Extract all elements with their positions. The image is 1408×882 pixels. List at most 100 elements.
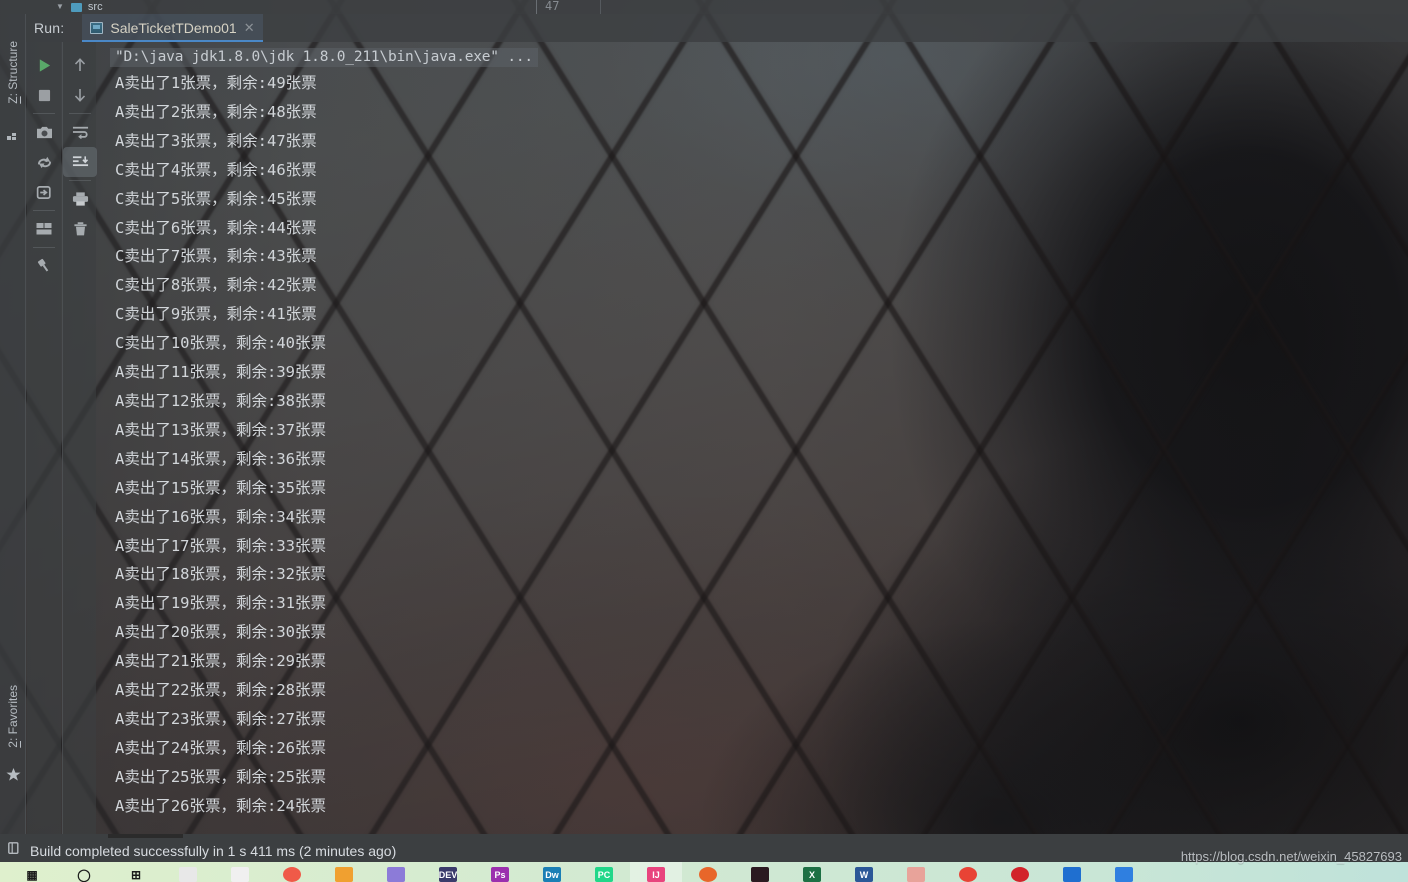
jetbrains-toolbox-button[interactable]	[734, 862, 786, 882]
word-button[interactable]: W	[838, 862, 890, 882]
console-line: A卖出了24张票，剩余:26张票	[115, 738, 326, 757]
scroll-to-end-button[interactable]	[63, 147, 97, 177]
layout-button[interactable]	[27, 214, 61, 244]
console-line: A卖出了2张票，剩余:48张票	[115, 102, 317, 121]
notebook-icon	[907, 867, 925, 882]
console-line: A卖出了13张票，剩余:37张票	[115, 420, 326, 439]
project-node-src[interactable]: src	[88, 1, 103, 13]
run-configuration-tab[interactable]: SaleTicketTDemo01 ✕	[82, 14, 263, 42]
pycharm-button[interactable]: PC	[578, 862, 630, 882]
ide-window: ▼ src 47 Run: SaleTicketTDemo01 ✕ Z: Str…	[0, 0, 1408, 882]
chevron-down-icon[interactable]: ▼	[56, 3, 64, 11]
console-line: A卖出了19张票，剩余:31张票	[115, 594, 326, 613]
foxit-button[interactable]	[994, 862, 1046, 882]
console-line: A卖出了3张票，剩余:47张票	[115, 131, 317, 150]
console-line: A卖出了18张票，剩余:32张票	[115, 565, 326, 584]
excel-button[interactable]: X	[786, 862, 838, 882]
console-line: A卖出了22张票，剩余:28张票	[115, 681, 326, 700]
run-toolwindow-header: Run: SaleTicketTDemo01 ✕	[26, 14, 1408, 42]
clear-all-button[interactable]	[63, 214, 97, 244]
search-button[interactable]: ◯	[58, 862, 110, 882]
console-line: A卖出了23张票，剩余:27张票	[115, 709, 326, 728]
editor-line-number: 47	[545, 0, 560, 13]
folder-icon	[70, 2, 82, 12]
windows-logo-icon: ▦	[26, 867, 38, 882]
sidebar-item-structure[interactable]: Z: Structure	[0, 22, 26, 122]
console-line: C卖出了6张票，剩余:44张票	[115, 218, 317, 237]
windows-taskbar: ▦ ◯ ⊞ DEV Ps Dw PC IJ X W	[0, 862, 1408, 882]
console-line: A卖出了17张票，剩余:33张票	[115, 536, 326, 555]
run-window-label: Run:	[34, 20, 65, 36]
search-circle-icon: ◯	[77, 867, 91, 882]
soft-wrap-button[interactable]	[63, 117, 97, 147]
export-button[interactable]	[27, 177, 61, 207]
opera-button[interactable]	[266, 862, 318, 882]
photoshop-button[interactable]: Ps	[474, 862, 526, 882]
toolbar-divider	[33, 113, 55, 114]
print-button[interactable]	[63, 184, 97, 214]
start-button[interactable]: ▦	[6, 862, 58, 882]
foxit-reader-icon	[1011, 867, 1029, 882]
console-line: A卖出了12张票，剩余:38张票	[115, 391, 326, 410]
console-line: A卖出了15张票，剩余:35张票	[115, 478, 326, 497]
dreamweaver-icon: Dw	[543, 867, 561, 882]
folder-icon	[335, 867, 353, 882]
downloader-button[interactable]	[1046, 862, 1098, 882]
console-line: A卖出了26张票，剩余:24张票	[115, 796, 326, 815]
wechat-button[interactable]	[1098, 862, 1150, 882]
firefox-button[interactable]	[682, 862, 734, 882]
run-console[interactable]: "D:\java jdk1.8.0\jdk 1.8.0_211\bin\java…	[96, 42, 1408, 834]
opera-icon	[283, 867, 301, 882]
intellij-button[interactable]: IJ	[630, 862, 682, 882]
wechat-check-icon	[1115, 867, 1133, 882]
run-configuration-icon	[90, 22, 104, 34]
screenshot-button[interactable]	[27, 117, 61, 147]
paint-button[interactable]	[214, 862, 266, 882]
favorites-label: 2: Favorites	[6, 684, 20, 748]
notebook-button[interactable]	[890, 862, 942, 882]
devcpp-icon: DEV	[439, 867, 457, 882]
run-tab-title: SaleTicketTDemo01	[110, 20, 237, 36]
sidebar-item-favorites[interactable]: 2: Favorites	[0, 670, 26, 762]
left-tool-stripe: Z: Structure 2: Favorites	[0, 14, 26, 834]
chrome-button[interactable]	[942, 862, 994, 882]
stop-button[interactable]	[27, 80, 61, 110]
dolphin-button[interactable]	[370, 862, 422, 882]
console-line: A卖出了11张票，剩余:39张票	[115, 363, 326, 382]
dreamweaver-button[interactable]: Dw	[526, 862, 578, 882]
rerun-button[interactable]	[27, 50, 61, 80]
file-explorer-icon	[179, 867, 197, 882]
console-line: C卖出了9张票，剩余:41张票	[115, 305, 317, 324]
close-icon[interactable]: ✕	[244, 20, 255, 36]
word-icon: W	[855, 867, 873, 882]
jetbrains-toolbox-icon	[751, 867, 769, 882]
task-view-icon: ⊞	[130, 867, 142, 882]
chrome-icon	[959, 867, 977, 882]
photoshop-icon: Ps	[491, 867, 509, 882]
file-explorer-button[interactable]	[162, 862, 214, 882]
down-button[interactable]	[63, 80, 97, 110]
build-status-icon	[8, 841, 22, 860]
status-bar: Build completed successfully in 1 s 411 …	[0, 838, 1408, 862]
status-message: Build completed successfully in 1 s 411 …	[30, 842, 397, 859]
console-line: C卖出了10张票，剩余:40张票	[115, 334, 326, 353]
pin-button[interactable]	[27, 251, 61, 281]
up-button[interactable]	[63, 50, 97, 80]
restart-button[interactable]	[27, 147, 61, 177]
console-line: C卖出了4张票，剩余:46张票	[115, 160, 317, 179]
toolbar-divider-r1	[68, 113, 91, 114]
thunder-download-icon	[1063, 867, 1081, 882]
devcpp-button[interactable]: DEV	[422, 862, 474, 882]
run-toolbar-right	[62, 42, 97, 834]
intellij-idea-icon: IJ	[647, 867, 665, 882]
console-line: A卖出了21张票，剩余:29张票	[115, 652, 326, 671]
console-output: A卖出了1张票，剩余:49张票 A卖出了2张票，剩余:48张票 A卖出了3张票，剩余…	[96, 69, 1408, 821]
console-line: C卖出了5张票，剩余:45张票	[115, 189, 317, 208]
folder-button[interactable]	[318, 862, 370, 882]
task-view-button[interactable]: ⊞	[110, 862, 162, 882]
toolbar-divider-r2	[68, 180, 91, 181]
paint-icon	[231, 867, 249, 882]
console-line: A卖出了20张票，剩余:30张票	[115, 623, 326, 642]
dolphin-icon	[387, 867, 405, 882]
console-line: A卖出了14张票，剩余:36张票	[115, 449, 326, 468]
